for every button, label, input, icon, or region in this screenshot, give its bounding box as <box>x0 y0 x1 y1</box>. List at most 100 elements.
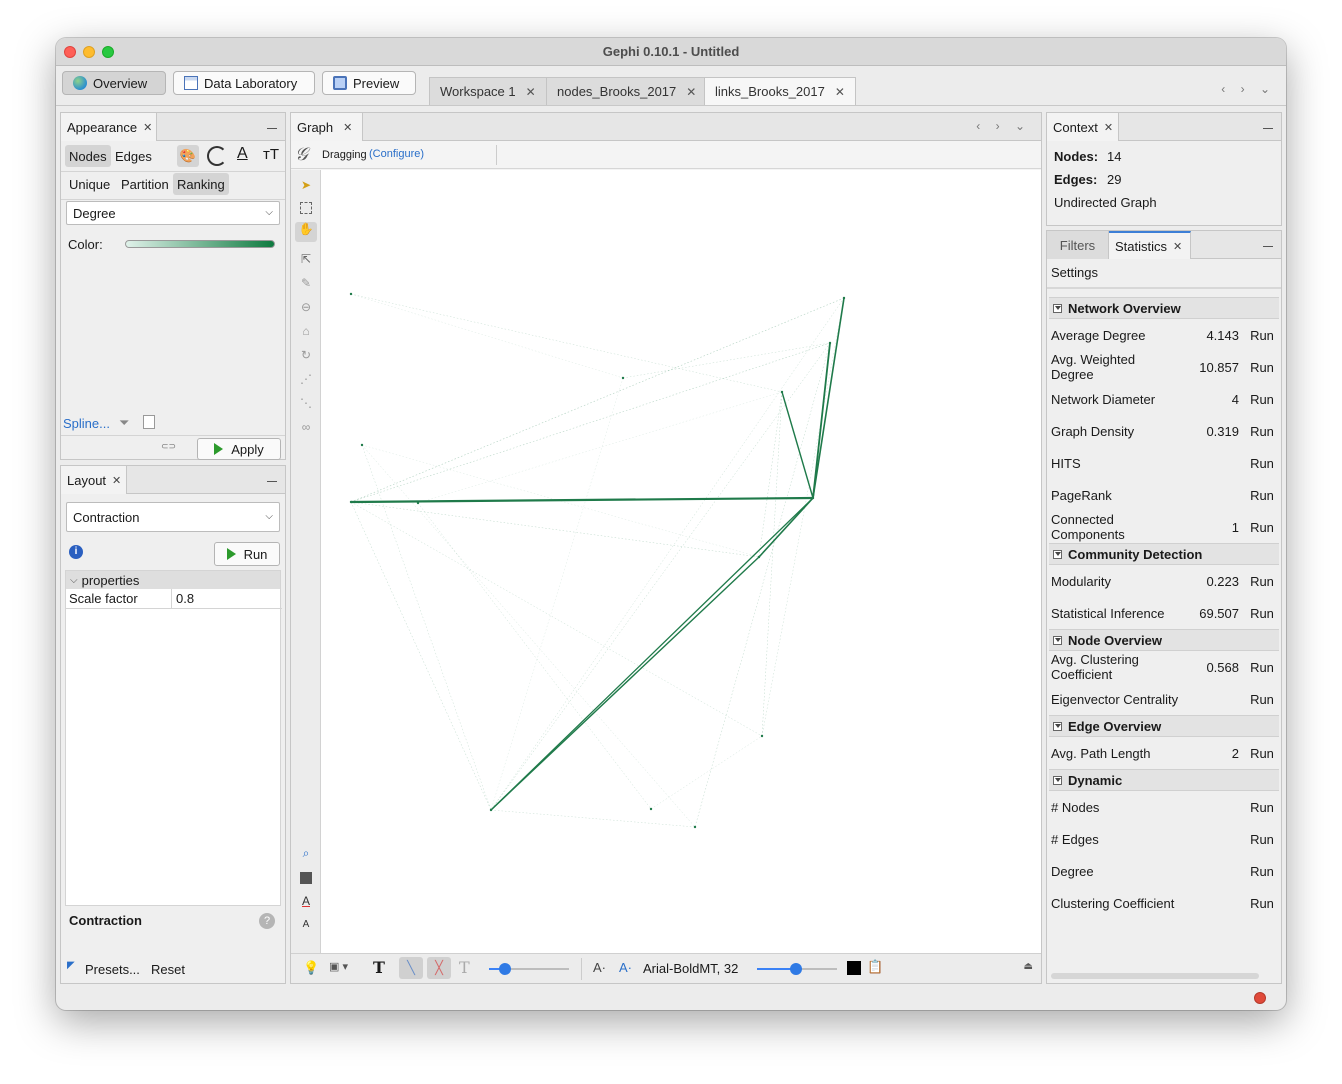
tab-statistics[interactable]: Statistics ✕ <box>1109 231 1191 259</box>
label-size-icon[interactable]: A <box>299 918 313 932</box>
workspace-tab-nodes[interactable]: nodes_Brooks_2017 ✕ <box>546 77 708 105</box>
size-brush-icon[interactable]: ⊖ <box>299 300 313 314</box>
run-layout-button[interactable]: Run <box>214 542 280 566</box>
run-button[interactable]: Run <box>1247 488 1277 503</box>
run-button[interactable]: Run <box>1247 520 1277 535</box>
info-icon[interactable]: i <box>69 545 83 559</box>
stat-section-header[interactable]: Network Overview <box>1049 297 1279 319</box>
rotate-icon[interactable]: ↻ <box>299 348 313 362</box>
horizontal-scrollbar[interactable] <box>1051 973 1259 979</box>
stat-section-header[interactable]: Node Overview <box>1049 629 1279 651</box>
add-edge-icon[interactable]: ⋱ <box>299 396 313 410</box>
drag-hand-icon[interactable]: ✋ <box>295 222 317 242</box>
run-button[interactable]: Run <box>1247 574 1277 589</box>
stat-section-header[interactable]: Edge Overview <box>1049 715 1279 737</box>
run-button[interactable]: Run <box>1247 864 1277 879</box>
attribute-select[interactable]: Degree ⌵ <box>66 201 280 225</box>
run-button[interactable]: Run <box>1247 456 1277 471</box>
workspace-tab-1[interactable]: Workspace 1 ✕ <box>429 77 547 105</box>
tab-graph[interactable]: Graph ✕ <box>291 113 363 141</box>
run-button[interactable]: Run <box>1247 832 1277 847</box>
background-color-icon[interactable] <box>300 872 312 884</box>
tab-filters[interactable]: Filters <box>1047 231 1109 259</box>
edge-label-icon[interactable]: T <box>459 958 470 977</box>
font-size-up-icon[interactable]: A· <box>619 960 632 975</box>
font-size-down-icon[interactable]: A· <box>593 960 606 975</box>
collapse-icon[interactable] <box>1053 775 1062 785</box>
copy-icon[interactable] <box>143 415 155 429</box>
workspace-tab-links[interactable]: links_Brooks_2017 ✕ <box>704 77 856 105</box>
minimize-icon[interactable] <box>267 121 277 129</box>
font-selector[interactable]: Arial-BoldMT, 32 <box>643 961 738 976</box>
screenshot-icon[interactable]: ▣ ▾ <box>329 960 348 973</box>
close-icon[interactable]: ✕ <box>112 474 121 487</box>
run-button[interactable]: Run <box>1247 328 1277 343</box>
painter-icon[interactable]: ⌂ <box>299 324 313 338</box>
collapse-icon[interactable] <box>1053 303 1062 313</box>
minimize-icon[interactable] <box>1263 239 1273 247</box>
stat-section-header[interactable]: Dynamic <box>1049 769 1279 791</box>
zoom-icon[interactable]: ⌕ <box>299 846 313 860</box>
run-button[interactable]: Run <box>1247 692 1277 707</box>
collapse-icon[interactable] <box>1053 549 1062 559</box>
collapse-icon[interactable] <box>1053 721 1062 731</box>
scale-factor-input[interactable]: 0.8 <box>172 589 282 609</box>
error-status-icon[interactable] <box>1254 992 1266 1004</box>
expand-icon[interactable]: ⏏ <box>1024 961 1033 972</box>
palette-icon[interactable]: 🎨 <box>177 145 199 167</box>
size-icon[interactable] <box>207 146 227 166</box>
configure-link[interactable]: (Configure) <box>369 148 424 160</box>
filter-icon[interactable]: ⏷ <box>119 415 129 431</box>
label-color-icon[interactable]: A <box>299 894 313 908</box>
label-color-icon[interactable]: A <box>237 145 248 163</box>
run-button[interactable]: Run <box>1247 896 1277 911</box>
edge-scale-knob[interactable] <box>499 963 511 975</box>
collapse-icon[interactable] <box>1053 635 1062 645</box>
nodes-toggle[interactable]: Nodes <box>65 145 111 167</box>
label-size-icon[interactable]: ᴛT <box>263 146 279 163</box>
edges-toggle[interactable]: Edges <box>111 145 156 167</box>
text-bold-icon[interactable]: T <box>373 958 385 977</box>
tab-context[interactable]: Context ✕ <box>1047 113 1119 141</box>
minimize-icon[interactable] <box>1263 121 1273 129</box>
layout-select[interactable]: Contraction ⌵ <box>66 502 280 532</box>
partition-tab[interactable]: Partition <box>117 173 173 195</box>
ranking-tab[interactable]: Ranking <box>173 173 229 195</box>
help-icon[interactable]: ? <box>259 913 275 929</box>
close-icon[interactable]: ✕ <box>1173 240 1182 253</box>
light-bulb-icon[interactable]: 💡 <box>303 960 319 976</box>
add-node-icon[interactable]: ⋰ <box>299 372 313 386</box>
stat-section-header[interactable]: Community Detection <box>1049 543 1279 565</box>
rectangle-select-icon[interactable] <box>300 202 312 214</box>
run-button[interactable]: Run <box>1247 660 1277 675</box>
reset-button[interactable]: Reset <box>151 962 185 977</box>
data-laboratory-button[interactable]: Data Laboratory <box>173 71 315 95</box>
pointer-icon[interactable]: ➤ <box>299 178 313 192</box>
close-icon[interactable]: ✕ <box>343 121 352 134</box>
close-icon[interactable]: ✕ <box>143 121 152 134</box>
run-button[interactable]: Run <box>1247 800 1277 815</box>
preview-button[interactable]: Preview <box>322 71 416 95</box>
graph-canvas[interactable] <box>321 170 1041 958</box>
minimize-icon[interactable] <box>267 474 277 482</box>
tab-appearance[interactable]: Appearance ✕ <box>61 113 157 141</box>
shortest-path-icon[interactable]: ∞ <box>299 420 313 434</box>
run-button[interactable]: Run <box>1247 360 1277 375</box>
run-button[interactable]: Run <box>1247 746 1277 761</box>
close-icon[interactable]: ✕ <box>526 85 536 99</box>
edge-color-icon[interactable]: ╳ <box>427 957 451 979</box>
properties-section[interactable]: ⌵ properties <box>66 571 280 589</box>
run-button[interactable]: Run <box>1247 424 1277 439</box>
label-color-swatch[interactable] <box>847 961 861 975</box>
close-icon[interactable]: ✕ <box>1104 121 1113 134</box>
close-icon[interactable]: ✕ <box>686 85 696 99</box>
network-graph[interactable] <box>321 170 1041 958</box>
select-question-icon[interactable]: ⇱ <box>299 252 313 266</box>
unique-tab[interactable]: Unique <box>65 173 114 195</box>
run-button[interactable]: Run <box>1247 606 1277 621</box>
presets-button[interactable]: Presets... <box>85 962 140 977</box>
color-gradient[interactable] <box>125 240 275 248</box>
tab-navigation[interactable]: ‹ › ⌄ <box>1221 82 1276 96</box>
run-button[interactable]: Run <box>1247 392 1277 407</box>
settings-button[interactable]: Settings <box>1051 265 1098 280</box>
